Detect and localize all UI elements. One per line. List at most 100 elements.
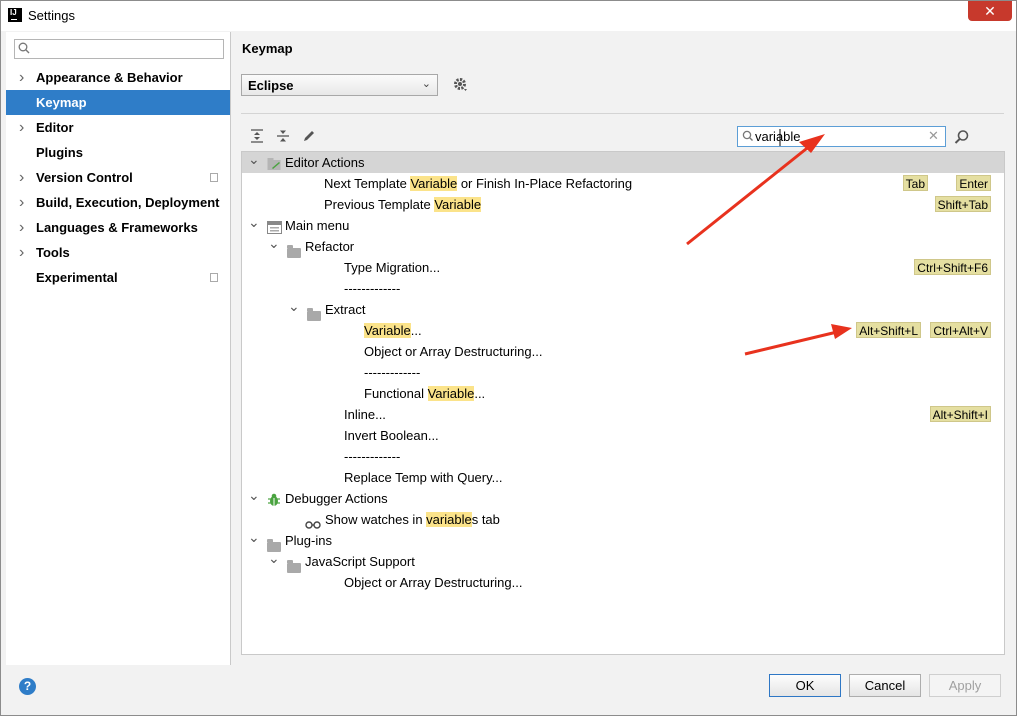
- tree-row-label: Functional Variable...: [364, 383, 485, 404]
- label-text: or Finish In-Place Refactoring: [457, 176, 633, 191]
- sidebar-item-version-control[interactable]: › Version Control: [6, 165, 230, 190]
- tree-row-label: -------------: [344, 446, 400, 467]
- search-match-highlight: Variable: [410, 176, 458, 191]
- tree-row-label: -------------: [364, 362, 420, 383]
- tree-row[interactable]: Replace Temp with Query...: [242, 467, 1004, 488]
- tree-row[interactable]: ⌄ Debugger Actions: [242, 485, 1004, 509]
- keymap-action-tree: ⌄ Editor Actions Next Template Variable or…: [241, 151, 1005, 655]
- chevron-right-icon[interactable]: ›: [19, 190, 24, 215]
- label-text: Debugger Actions: [285, 491, 388, 506]
- sidebar-item-languages-frameworks[interactable]: › Languages & Frameworks: [6, 215, 230, 240]
- tree-row-label: Previous Template Variable: [324, 194, 482, 215]
- tree-row[interactable]: Type Migration... Ctrl+Shift+F6: [242, 257, 1004, 278]
- tree-row[interactable]: ⌄ Editor Actions: [242, 152, 1004, 173]
- project-level-icon: [210, 273, 218, 282]
- search-match-highlight: Variable: [364, 323, 411, 338]
- help-button[interactable]: ?: [19, 678, 36, 695]
- tree-row[interactable]: -------------: [242, 362, 1004, 383]
- cancel-button[interactable]: Cancel: [849, 674, 921, 697]
- tree-row[interactable]: ⌄ Main menu: [242, 212, 1004, 236]
- sidebar-item-label: Build, Execution, Deployment: [36, 195, 220, 210]
- tree-row[interactable]: Invert Boolean...: [242, 425, 1004, 446]
- tree-row[interactable]: ⌄ JavaScript Support: [242, 548, 1004, 573]
- tree-row[interactable]: -------------: [242, 446, 1004, 467]
- tree-row-label: JavaScript Support: [305, 551, 415, 572]
- clear-search-icon[interactable]: ✕: [928, 128, 939, 144]
- sidebar-item-editor[interactable]: › Editor: [6, 115, 230, 140]
- close-button[interactable]: ✕: [968, 1, 1012, 21]
- tree-row-label: Type Migration...: [344, 257, 440, 278]
- chevron-right-icon[interactable]: ›: [19, 240, 24, 265]
- apply-button[interactable]: Apply: [929, 674, 1001, 697]
- tree-row[interactable]: ⌄ Plug-ins: [242, 527, 1004, 552]
- keymap-scheme-value: Eclipse: [248, 78, 294, 93]
- search-icon: [18, 42, 30, 54]
- keymap-scheme-select[interactable]: Eclipse ⌄: [241, 74, 438, 96]
- tree-row[interactable]: Variable... Ctrl+Alt+V Alt+Shift+L: [242, 320, 1004, 341]
- chevron-down-icon[interactable]: ⌄: [268, 233, 280, 254]
- sidebar-item-keymap[interactable]: Keymap: [6, 90, 230, 115]
- chevron-right-icon[interactable]: ›: [19, 115, 24, 140]
- sidebar-item-label: Tools: [36, 245, 70, 260]
- label-text: Type Migration...: [344, 260, 441, 275]
- label-text: -------------: [364, 365, 421, 380]
- chevron-down-icon[interactable]: ⌄: [248, 152, 260, 170]
- sidebar-item-plugins[interactable]: Plugins: [6, 140, 230, 165]
- tree-row[interactable]: Show watches in variables tab: [242, 509, 1004, 530]
- tree-row[interactable]: Next Template Variable or Finish In-Plac…: [242, 173, 1004, 194]
- sidebar-item-experimental[interactable]: Experimental: [6, 265, 230, 290]
- label-text: Extract: [325, 302, 366, 317]
- tree-row-label: Show watches in variables tab: [325, 509, 500, 530]
- tree-row[interactable]: ⌄ Refactor: [242, 233, 1004, 258]
- chevron-down-icon[interactable]: ⌄: [248, 485, 260, 506]
- tree-row[interactable]: Functional Variable...: [242, 383, 1004, 404]
- chevron-right-icon[interactable]: ›: [19, 165, 24, 190]
- label-text: Object or Array Destructuring...: [344, 575, 523, 590]
- label-text: JavaScript Support: [305, 554, 415, 569]
- find-by-shortcut-icon[interactable]: [954, 129, 970, 145]
- expand-all-icon[interactable]: [250, 129, 264, 143]
- tree-row[interactable]: -------------: [242, 278, 1004, 299]
- ok-button[interactable]: OK: [769, 674, 841, 697]
- label-text: -------------: [344, 281, 401, 296]
- tree-row[interactable]: Previous Template Variable Shift+Tab: [242, 194, 1004, 215]
- label-text: Object or Array Destructuring...: [364, 344, 543, 359]
- collapse-all-icon[interactable]: [276, 129, 290, 143]
- label-text: Inline...: [344, 407, 386, 422]
- label-text: ...: [474, 386, 486, 401]
- chevron-down-icon[interactable]: ⌄: [248, 212, 260, 233]
- tree-row[interactable]: Inline... Alt+Shift+I: [242, 404, 1004, 425]
- tree-row-label: Main menu: [285, 215, 349, 236]
- shortcut-badge: Ctrl+Alt+V: [930, 322, 991, 338]
- chevron-right-icon[interactable]: ›: [19, 215, 24, 240]
- sidebar-item-appearance-behavior[interactable]: › Appearance & Behavior: [6, 65, 230, 90]
- chevron-down-icon[interactable]: ⌄: [248, 527, 260, 548]
- sidebar-item-build-execution-deployment[interactable]: › Build, Execution, Deployment: [6, 190, 230, 215]
- shortcut-badge: Alt+Shift+L: [856, 322, 921, 338]
- label-text: Previous Template: [324, 197, 435, 212]
- chevron-down-icon[interactable]: ⌄: [288, 296, 300, 317]
- chevron-down-icon: ⌄: [421, 78, 431, 90]
- tree-row-label: Variable...: [364, 320, 422, 341]
- tree-row-label: Replace Temp with Query...: [344, 467, 502, 488]
- divider: [241, 113, 1004, 114]
- tree-row-label: Object or Array Destructuring...: [344, 572, 522, 593]
- sidebar-item-label: Version Control: [36, 170, 133, 185]
- edit-pencil-icon[interactable]: [302, 129, 316, 143]
- keymap-search-input[interactable]: variable ✕: [737, 126, 946, 147]
- label-text: Next Template: [324, 176, 411, 191]
- sidebar-item-tools[interactable]: › Tools: [6, 240, 230, 265]
- gear-icon[interactable]: [453, 77, 469, 93]
- chevron-right-icon[interactable]: ›: [19, 65, 24, 90]
- tree-row[interactable]: Object or Array Destructuring...: [242, 572, 1004, 593]
- sidebar-search-input[interactable]: [14, 39, 224, 59]
- project-level-icon: [210, 173, 218, 182]
- search-match-highlight: Variable: [427, 386, 475, 401]
- sidebar-item-label: Plugins: [36, 145, 83, 160]
- tree-row-label: Inline...: [344, 404, 386, 425]
- settings-sidebar: › Appearance & Behavior Keymap › Editor Plugi…: [6, 32, 231, 665]
- chevron-down-icon[interactable]: ⌄: [268, 548, 280, 569]
- shortcut-badge: Shift+Tab: [934, 196, 991, 212]
- tree-row[interactable]: ⌄ Extract: [242, 296, 1004, 321]
- tree-row[interactable]: Object or Array Destructuring...: [242, 341, 1004, 362]
